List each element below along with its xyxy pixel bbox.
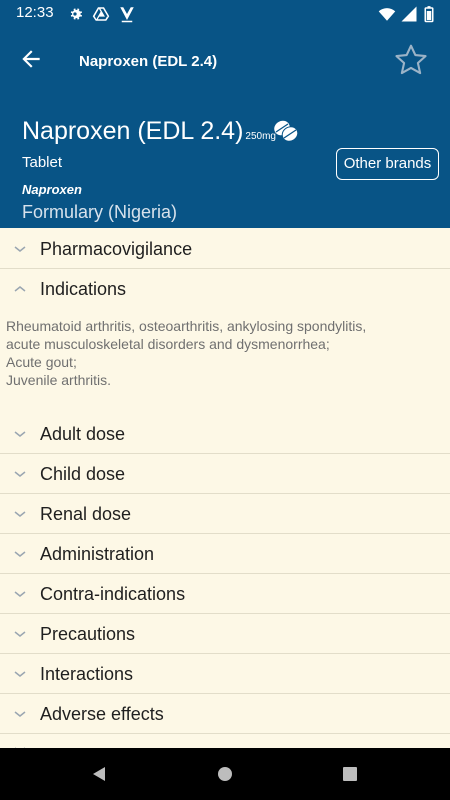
section-label: Renal dose	[40, 504, 132, 524]
chevron-down-icon	[14, 431, 26, 437]
drug-name-text: Naproxen (EDL 2.4)	[22, 117, 244, 145]
formulary-label: Formulary (Nigeria)	[22, 202, 178, 222]
other-brands-button[interactable]: Other brands	[336, 148, 439, 180]
star-favorite-icon[interactable]	[393, 42, 429, 78]
pill-icon	[274, 120, 299, 142]
indications-line: Juvenile arthritis.	[6, 372, 112, 388]
section-adult-dose[interactable]: Adult dose	[0, 414, 450, 454]
indications-content: Rheumatoid arthritis, osteoarthritis, an…	[6, 317, 436, 389]
settings-icon	[70, 8, 83, 20]
partially-visible-row	[0, 734, 450, 748]
indications-line: Rheumatoid arthritis, osteoarthritis, an…	[6, 318, 367, 334]
drug-form: Tablet	[22, 154, 63, 171]
system-nav-bar	[0, 748, 450, 800]
section-label: Child dose	[40, 464, 126, 484]
chevron-down-icon	[14, 591, 26, 597]
section-label: Indications	[40, 279, 127, 299]
generic-name: Naproxen	[22, 182, 82, 197]
indications-line: Acute gout;	[6, 354, 77, 370]
back-triangle-icon[interactable]	[90, 764, 110, 784]
section-renal-dose[interactable]: Renal dose	[0, 494, 450, 534]
drug-name: Naproxen (EDL 2.4) 250mg	[22, 117, 276, 146]
chevron-down-icon	[14, 551, 26, 557]
section-interactions[interactable]: Interactions	[0, 654, 450, 694]
section-label: Contra-indications	[40, 584, 186, 604]
sections-list-collapsed: Adult dose Child dose Renal dose Adminis…	[0, 414, 450, 734]
back-arrow-icon[interactable]	[18, 46, 44, 72]
wifi-icon	[378, 8, 396, 21]
section-child-dose[interactable]: Child dose	[0, 454, 450, 494]
status-bar: 12:33	[0, 0, 450, 28]
section-adverse-effects[interactable]: Adverse effects	[0, 694, 450, 734]
chevron-down-icon	[14, 471, 26, 477]
section-contra-indications[interactable]: Contra-indications	[0, 574, 450, 614]
chevron-down-icon	[14, 671, 26, 677]
drive-icon	[92, 7, 110, 21]
chevron-up-icon	[14, 286, 26, 292]
chevron-down-icon	[14, 246, 26, 252]
section-label: Precautions	[40, 624, 136, 644]
section-label: Adult dose	[40, 424, 126, 444]
section-precautions[interactable]: Precautions	[0, 614, 450, 654]
section-administration[interactable]: Administration	[0, 534, 450, 574]
app-bar: Naproxen (EDL 2.4)	[0, 28, 450, 102]
chevron-down-icon	[14, 711, 26, 717]
app-bar-title: Naproxen (EDL 2.4)	[79, 53, 218, 70]
recents-square-icon[interactable]	[340, 764, 360, 784]
download-icon	[120, 7, 134, 23]
indications-line: acute musculoskeletal disorders and dysm…	[6, 336, 330, 352]
signal-icon	[401, 6, 417, 22]
section-indications[interactable]: Indications	[0, 269, 450, 309]
sections-list: Pharmacovigilance Indications	[0, 229, 450, 309]
section-label: Administration	[40, 544, 155, 564]
section-label: Pharmacovigilance	[40, 239, 193, 259]
status-time: 12:33	[16, 4, 54, 21]
chevron-down-icon	[14, 631, 26, 637]
battery-icon	[424, 6, 434, 23]
home-circle-icon[interactable]	[215, 764, 235, 784]
chevron-down-icon	[14, 511, 26, 517]
section-pharmacovigilance[interactable]: Pharmacovigilance	[0, 229, 450, 269]
section-label: Interactions	[40, 664, 134, 684]
section-label: Adverse effects	[40, 704, 164, 724]
drug-header: Naproxen (EDL 2.4) 250mg Tablet Other bra…	[0, 102, 450, 228]
